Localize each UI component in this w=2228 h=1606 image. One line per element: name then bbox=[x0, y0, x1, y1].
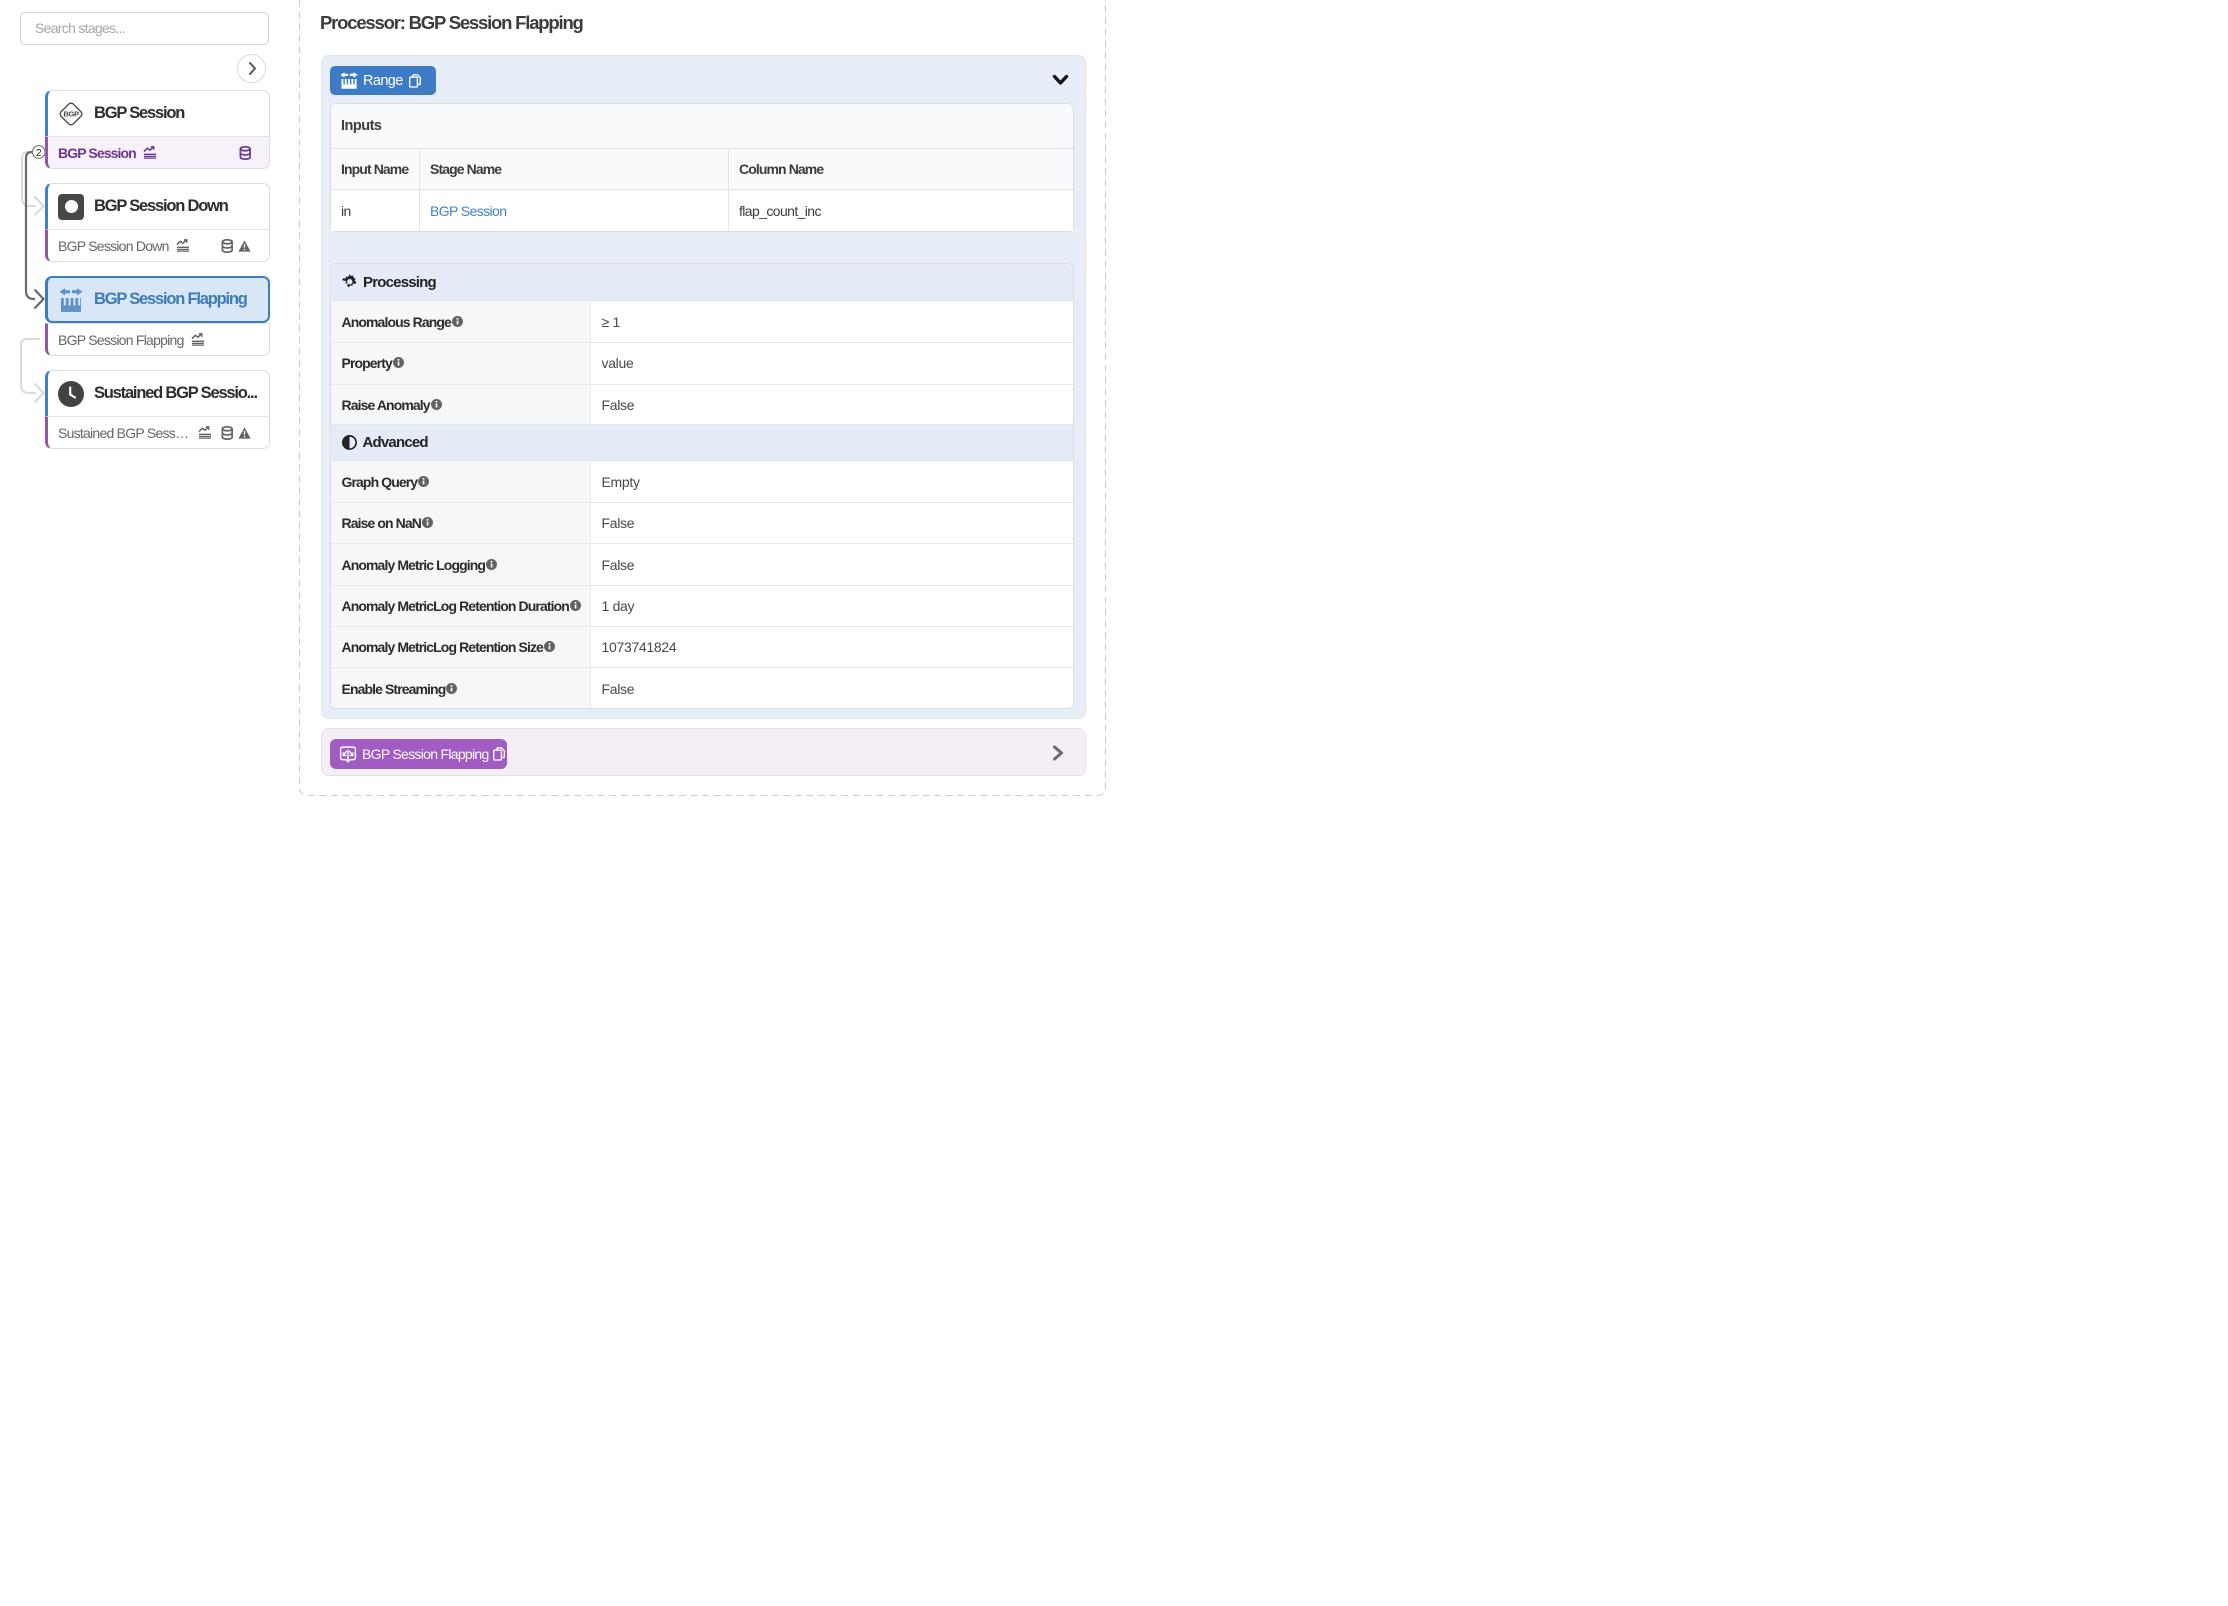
svg-text:BGP: BGP bbox=[63, 109, 79, 118]
svg-text:2: 2 bbox=[36, 148, 42, 159]
